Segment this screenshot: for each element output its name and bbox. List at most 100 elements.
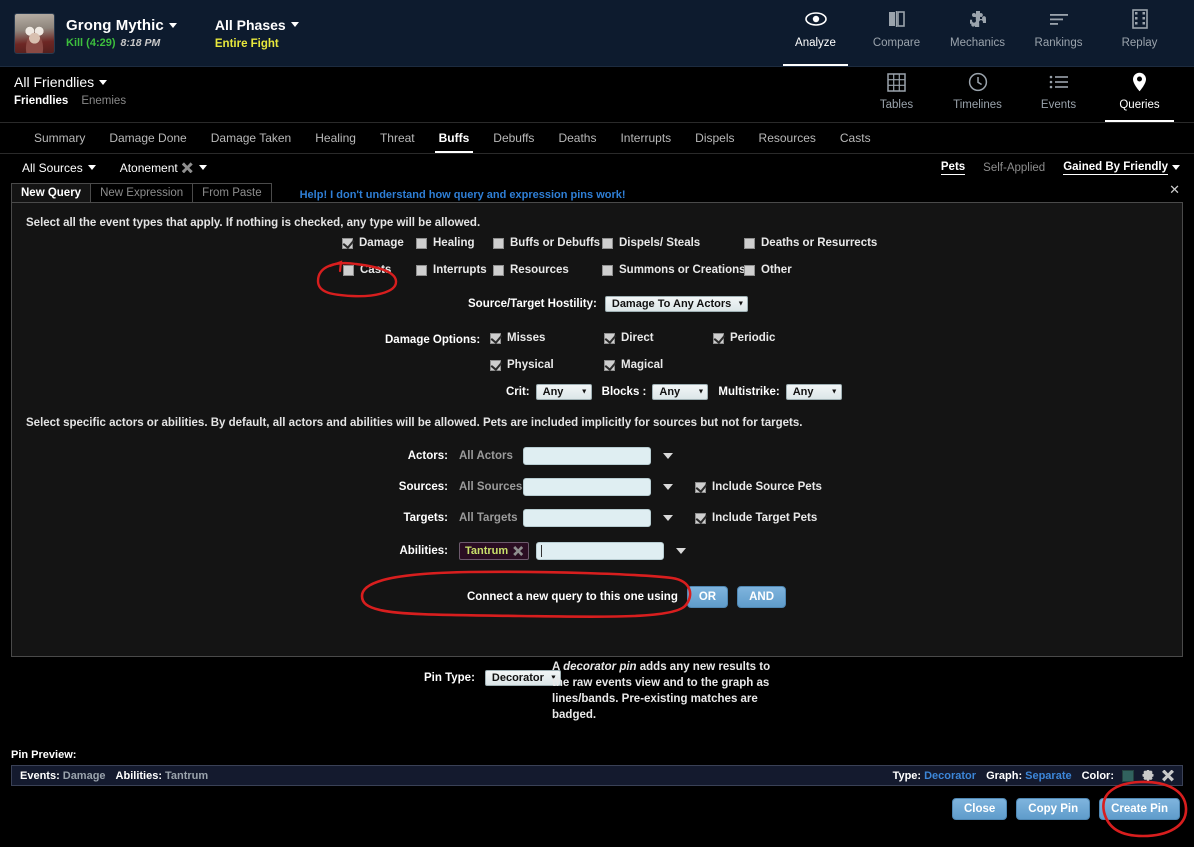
checkbox-resources[interactable]: Resources bbox=[493, 264, 569, 276]
checkbox-include-source-pets[interactable]: Include Source Pets bbox=[695, 481, 822, 493]
chevron-down-icon[interactable] bbox=[169, 23, 177, 28]
close-icon[interactable] bbox=[1162, 770, 1174, 782]
remove-icon[interactable] bbox=[513, 546, 523, 556]
or-button[interactable]: OR bbox=[687, 586, 728, 608]
checkbox-box[interactable] bbox=[416, 265, 427, 276]
tab-deaths[interactable]: Deaths bbox=[546, 123, 608, 153]
topnav-item-replay[interactable]: Replay bbox=[1099, 0, 1180, 66]
checkbox-healing[interactable]: Healing bbox=[416, 237, 475, 249]
toggle-pets[interactable]: Pets bbox=[941, 161, 965, 175]
viewnav-item-timelines[interactable]: Timelines bbox=[937, 66, 1018, 122]
phase-selector[interactable]: All Phases Entire Fight bbox=[197, 0, 317, 66]
viewnav-item-events[interactable]: Events bbox=[1018, 66, 1099, 122]
tab-buffs[interactable]: Buffs bbox=[427, 123, 482, 153]
ability-clear-icon[interactable] bbox=[182, 162, 193, 173]
checkbox-magical[interactable]: Magical bbox=[604, 359, 663, 371]
checkbox-box[interactable] bbox=[695, 482, 706, 493]
actors-input[interactable] bbox=[523, 447, 651, 465]
checkbox-casts[interactable]: Casts bbox=[343, 264, 391, 276]
topnav-item-compare[interactable]: Compare bbox=[856, 0, 937, 66]
sources-dropdown-icon[interactable] bbox=[663, 484, 673, 490]
fight-selector[interactable]: Grong Mythic Kill (4:29)8:18 PM bbox=[0, 0, 191, 66]
checkbox-physical[interactable]: Physical bbox=[490, 359, 554, 371]
phases-title[interactable]: All Phases bbox=[215, 17, 299, 33]
checkbox-box[interactable] bbox=[744, 265, 755, 276]
crit-select[interactable]: Any bbox=[536, 384, 592, 400]
viewnav-item-tables[interactable]: Tables bbox=[856, 66, 937, 122]
checkbox-direct[interactable]: Direct bbox=[604, 332, 654, 344]
chevron-down-icon[interactable] bbox=[1172, 165, 1180, 170]
checkbox-dispels-steals[interactable]: Dispels/ Steals bbox=[602, 237, 700, 249]
pin-graph-value[interactable]: Separate bbox=[1025, 770, 1071, 782]
checkbox-box[interactable] bbox=[342, 238, 353, 249]
checkbox-interrupts[interactable]: Interrupts bbox=[416, 264, 487, 276]
checkbox-box[interactable] bbox=[602, 265, 613, 276]
close-icon[interactable]: ✕ bbox=[1169, 183, 1180, 196]
chevron-down-icon[interactable] bbox=[291, 22, 299, 27]
multistrike-select[interactable]: Any bbox=[786, 384, 842, 400]
create-pin-button[interactable]: Create Pin bbox=[1099, 798, 1180, 820]
checkbox-box[interactable] bbox=[493, 265, 504, 276]
checkbox-box[interactable] bbox=[416, 238, 427, 249]
checkbox-box[interactable] bbox=[343, 265, 354, 276]
tab-threat[interactable]: Threat bbox=[368, 123, 427, 153]
ability-tag-tantrum[interactable]: Tantrum bbox=[459, 542, 529, 560]
topnav-item-mechanics[interactable]: Mechanics bbox=[937, 0, 1018, 66]
checkbox-damage[interactable]: Damage bbox=[342, 237, 404, 249]
ability-filter[interactable]: Atonement bbox=[120, 161, 207, 175]
color-swatch[interactable] bbox=[1122, 770, 1134, 782]
checkbox-include-target-pets[interactable]: Include Target Pets bbox=[695, 512, 817, 524]
topnav-item-analyze[interactable]: Analyze bbox=[775, 0, 856, 66]
viewnav-item-queries[interactable]: Queries bbox=[1099, 66, 1180, 122]
tab-dispels[interactable]: Dispels bbox=[683, 123, 746, 153]
checkbox-periodic[interactable]: Periodic bbox=[713, 332, 775, 344]
tab-enemies[interactable]: Enemies bbox=[81, 95, 126, 107]
checkbox-other[interactable]: Other bbox=[744, 264, 792, 276]
targets-dropdown-icon[interactable] bbox=[663, 515, 673, 521]
fight-name[interactable]: Grong Mythic bbox=[66, 17, 177, 34]
chevron-down-icon[interactable] bbox=[199, 165, 207, 170]
gear-icon[interactable] bbox=[1142, 770, 1154, 782]
checkbox-box[interactable] bbox=[490, 360, 501, 371]
pin-type-select[interactable]: Decorator bbox=[485, 670, 561, 686]
checkbox-box[interactable] bbox=[490, 333, 501, 344]
checkbox-box[interactable] bbox=[604, 360, 615, 371]
checkbox-box[interactable] bbox=[695, 513, 706, 524]
qtab-new-expression[interactable]: New Expression bbox=[91, 183, 193, 203]
actors-dropdown-icon[interactable] bbox=[663, 453, 673, 459]
tab-summary[interactable]: Summary bbox=[22, 123, 97, 153]
qtab-from-paste[interactable]: From Paste bbox=[193, 183, 271, 203]
topnav-item-rankings[interactable]: Rankings bbox=[1018, 0, 1099, 66]
checkbox-box[interactable] bbox=[713, 333, 724, 344]
source-filter[interactable]: All Sources bbox=[22, 161, 96, 175]
tab-damage-done[interactable]: Damage Done bbox=[97, 123, 198, 153]
chevron-down-icon[interactable] bbox=[99, 80, 107, 85]
checkbox-box[interactable] bbox=[604, 333, 615, 344]
and-button[interactable]: AND bbox=[737, 586, 786, 608]
close-button[interactable]: Close bbox=[952, 798, 1007, 820]
tab-damage-taken[interactable]: Damage Taken bbox=[199, 123, 304, 153]
targets-input[interactable] bbox=[523, 509, 651, 527]
tab-friendlies[interactable]: Friendlies bbox=[14, 95, 68, 107]
tab-healing[interactable]: Healing bbox=[303, 123, 368, 153]
abilities-dropdown-icon[interactable] bbox=[676, 548, 686, 554]
tab-interrupts[interactable]: Interrupts bbox=[608, 123, 683, 153]
tab-debuffs[interactable]: Debuffs bbox=[481, 123, 546, 153]
sources-input[interactable] bbox=[523, 478, 651, 496]
help-link[interactable]: Help! I don't understand how query and e… bbox=[300, 189, 626, 201]
blocks-select[interactable]: Any bbox=[652, 384, 708, 400]
copy-pin-button[interactable]: Copy Pin bbox=[1016, 798, 1090, 820]
pin-type-value[interactable]: Decorator bbox=[924, 770, 976, 782]
chevron-down-icon[interactable] bbox=[88, 165, 96, 170]
tab-resources[interactable]: Resources bbox=[747, 123, 828, 153]
checkbox-misses[interactable]: Misses bbox=[490, 332, 545, 344]
friendlies-title[interactable]: All Friendlies bbox=[14, 74, 126, 90]
checkbox-box[interactable] bbox=[744, 238, 755, 249]
checkbox-box[interactable] bbox=[602, 238, 613, 249]
qtab-new-query[interactable]: New Query bbox=[11, 183, 91, 203]
tab-casts[interactable]: Casts bbox=[828, 123, 883, 153]
checkbox-buffs-or-debuffs[interactable]: Buffs or Debuffs bbox=[493, 237, 600, 249]
checkbox-summons-or-creations[interactable]: Summons or Creations bbox=[602, 264, 746, 276]
abilities-input[interactable] bbox=[536, 542, 664, 560]
hostility-select[interactable]: Damage To Any Actors bbox=[605, 296, 748, 312]
